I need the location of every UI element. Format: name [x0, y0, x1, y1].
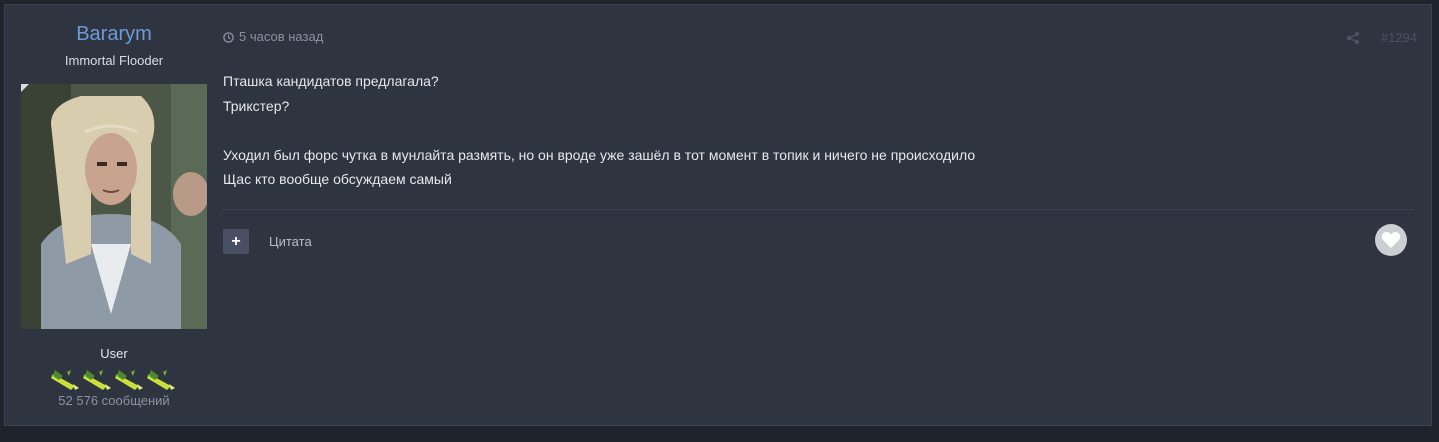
avatar-corner [21, 84, 29, 92]
post-count: 52 576 сообщений [58, 393, 170, 408]
post-line-blank [223, 118, 975, 143]
divider [223, 209, 1415, 210]
author-panel: Bararym Immortal Flooder User 52 576 соо… [5, 5, 223, 425]
badges [49, 366, 177, 392]
badge-icon [115, 370, 143, 390]
quote-button[interactable]: Цитата [269, 234, 312, 250]
plus-button[interactable]: + [223, 229, 249, 254]
post-line: Щас кто вообще обсуждаем самый [223, 171, 452, 187]
heart-icon [1381, 232, 1401, 248]
author-group: User [100, 346, 128, 361]
post-body: Пташка кандидатов предлагала? Трикстер? … [223, 69, 975, 192]
forum-post: Bararym Immortal Flooder User 52 576 соо… [4, 4, 1432, 426]
avatar[interactable] [21, 84, 207, 329]
badge-icon [83, 370, 111, 390]
like-button[interactable] [1375, 224, 1407, 256]
post-content: 5 часов назад #1294 Пташка кандидатов пр… [223, 5, 1431, 425]
badge-icon [147, 370, 175, 390]
share-icon[interactable] [1346, 31, 1360, 45]
post-time[interactable]: 5 часов назад [239, 29, 323, 45]
post-line: Трикстер? [223, 97, 290, 114]
post-number[interactable]: #1294 [1381, 30, 1417, 46]
avatar-image [21, 84, 207, 329]
plus-icon: + [231, 232, 241, 250]
clock-icon [223, 31, 234, 43]
author-name[interactable]: Bararym [5, 21, 223, 47]
post-meta: 5 часов назад [223, 29, 323, 45]
author-title: Immortal Flooder [64, 53, 164, 68]
post-line: Уходил был форс чутка в мунлайта размять… [223, 146, 976, 163]
badge-icon [51, 370, 79, 390]
post-line: Пташка кандидатов предлагала? [223, 73, 439, 89]
